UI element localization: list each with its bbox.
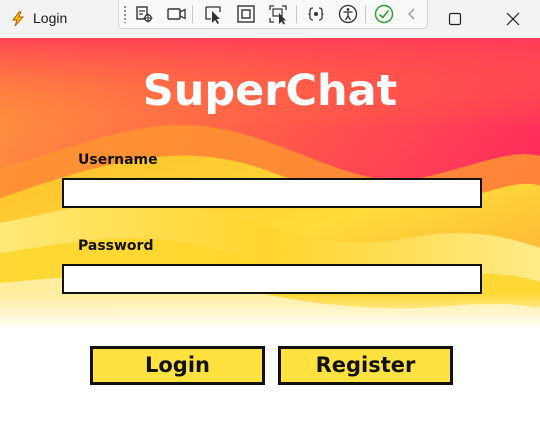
- password-input[interactable]: [62, 264, 482, 294]
- maximize-button[interactable]: [432, 0, 478, 38]
- maximize-icon: [448, 12, 462, 26]
- select-element-icon[interactable]: [203, 3, 225, 25]
- window-title: Login: [33, 10, 68, 26]
- close-button[interactable]: [490, 0, 536, 38]
- register-button[interactable]: Register: [278, 346, 453, 385]
- toolbar-grip-icon[interactable]: [123, 5, 127, 23]
- password-label: Password: [78, 238, 154, 254]
- check-icon[interactable]: [373, 3, 395, 25]
- accessibility-checker-icon[interactable]: [337, 3, 359, 25]
- lightning-app-icon: [10, 11, 26, 27]
- login-content: SuperChat Username Password Login Regist…: [0, 38, 540, 428]
- display-layout-adorners-icon[interactable]: [235, 3, 257, 25]
- debug-toolbar: [118, 0, 428, 29]
- binding-failures-icon[interactable]: [305, 3, 327, 25]
- window-titlebar: Login: [0, 0, 540, 38]
- record-icon[interactable]: [165, 3, 187, 25]
- app-title: SuperChat: [142, 66, 398, 116]
- live-visual-tree-icon[interactable]: [133, 3, 155, 25]
- username-label: Username: [78, 152, 158, 168]
- username-input[interactable]: [62, 178, 482, 208]
- close-icon: [506, 12, 520, 26]
- collapse-chevron-icon[interactable]: [401, 3, 423, 25]
- login-button[interactable]: Login: [90, 346, 265, 385]
- track-focus-icon[interactable]: [267, 3, 289, 25]
